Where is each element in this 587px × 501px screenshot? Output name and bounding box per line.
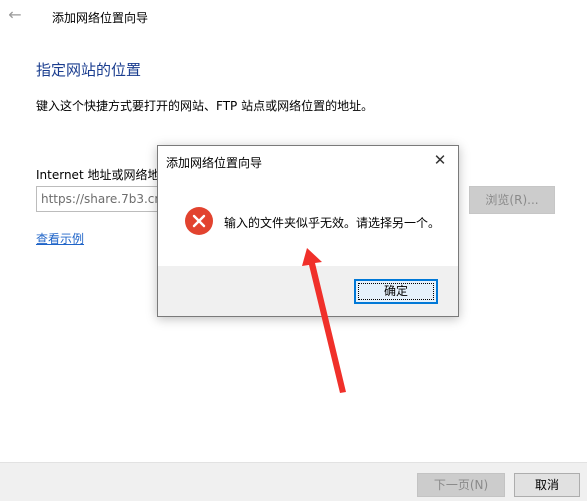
- wizard-title: 添加网络位置向导: [52, 11, 149, 25]
- ok-button-label: 确定: [383, 284, 408, 298]
- wizard-footer: 下一页(N) 取消: [0, 462, 587, 501]
- browse-button[interactable]: 浏览(R)...: [469, 186, 555, 214]
- view-examples-link[interactable]: 查看示例: [36, 230, 84, 247]
- close-icon[interactable]: ✕: [430, 150, 450, 170]
- address-label: Internet 地址或网络地址: [36, 168, 172, 182]
- error-dialog: 添加网络位置向导 ✕ 输入的文件夹似乎无效。请选择另一个。 确定: [157, 145, 459, 317]
- dialog-title: 添加网络位置向导: [166, 156, 263, 170]
- cancel-button[interactable]: 取消: [514, 473, 580, 497]
- error-message: 输入的文件夹似乎无效。请选择另一个。: [224, 216, 441, 230]
- page-description: 键入这个快捷方式要打开的网站、FTP 站点或网络位置的地址。: [36, 99, 374, 113]
- dialog-button-bar: 确定: [158, 266, 458, 316]
- page-heading: 指定网站的位置: [36, 61, 142, 79]
- next-button[interactable]: 下一页(N): [417, 473, 505, 497]
- ok-button[interactable]: 确定: [354, 279, 438, 304]
- error-icon: [185, 207, 213, 235]
- back-arrow-icon[interactable]: ←: [6, 6, 24, 24]
